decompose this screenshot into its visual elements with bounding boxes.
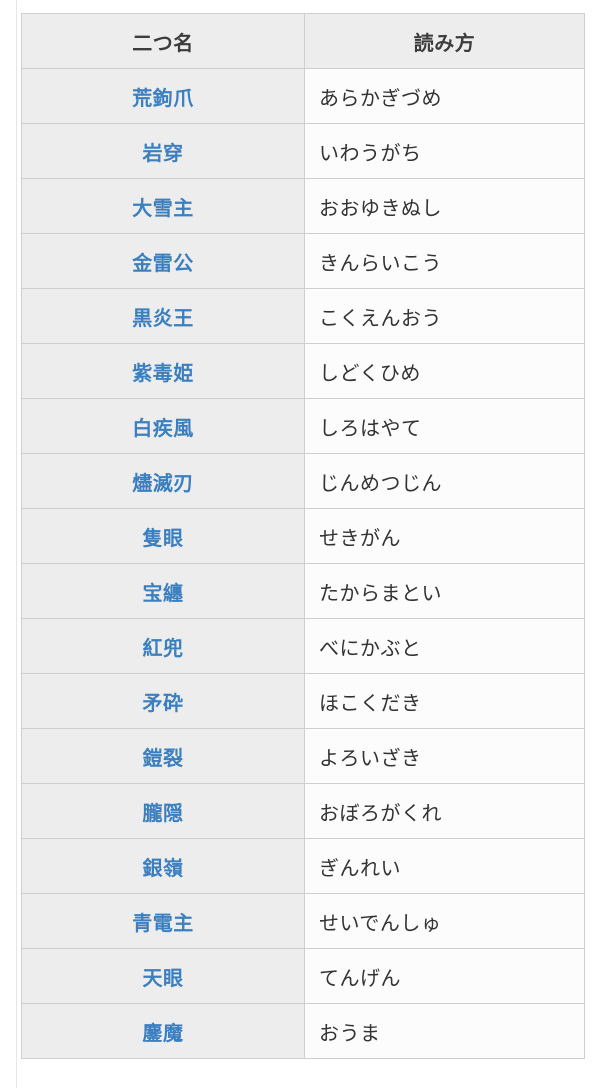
reading-text: しろはやて [319, 417, 422, 440]
reading-text: おおゆきぬし [319, 197, 442, 220]
table-row: 銀嶺 ぎんれい [21, 838, 585, 894]
reading-cell: せきがん [304, 508, 585, 564]
reading-cell: しどくひめ [304, 343, 585, 399]
column-header-reading: 読み方 [304, 13, 585, 69]
name-cell: 朧隠 [21, 783, 305, 839]
monster-name-link[interactable]: 矛砕 [143, 693, 184, 715]
name-cell: 紫毒姫 [21, 343, 305, 399]
reading-text: きんらいこう [319, 252, 442, 275]
table-body: 荒鉤爪 あらかぎづめ岩穿 いわうがち大雪主 おおゆきぬし金雷公 きんらいこう黒炎王 こくえ… [21, 68, 585, 1059]
reading-text: ぎんれい [319, 857, 401, 880]
monster-name-link[interactable]: 天眼 [143, 968, 184, 990]
name-cell: 紅兜 [21, 618, 305, 674]
monster-name-link[interactable]: 隻眼 [143, 528, 184, 550]
name-cell: 黒炎王 [21, 288, 305, 344]
reading-text: ほこくだき [319, 692, 422, 715]
reading-text: じんめつじん [319, 472, 442, 495]
reading-cell: あらかぎづめ [304, 68, 585, 124]
table-row: 天眼 てんげん [21, 948, 585, 1004]
reading-text: せきがん [319, 527, 401, 550]
name-cell: 金雷公 [21, 233, 305, 289]
monster-name-link[interactable]: 鎧裂 [143, 748, 184, 770]
monster-name-link[interactable]: 朧隠 [143, 803, 184, 825]
name-cell: 白疾風 [21, 398, 305, 454]
column-header-name: 二つ名 [21, 13, 305, 69]
name-cell: 隻眼 [21, 508, 305, 564]
table-row: 朧隠 おぼろがくれ [21, 783, 585, 839]
monster-name-link[interactable]: 荒鉤爪 [132, 88, 194, 110]
page-gutter-line [16, 0, 17, 1088]
table-row: 矛砕 ほこくだき [21, 673, 585, 729]
table-header-row: 二つ名 読み方 [21, 13, 585, 69]
monster-name-link[interactable]: 金雷公 [132, 253, 194, 275]
reading-text: しどくひめ [319, 362, 421, 385]
name-cell: 大雪主 [21, 178, 305, 234]
table-row: 紅兜 べにかぶと [21, 618, 585, 674]
reading-cell: おうま [304, 1003, 585, 1059]
reading-text: いわうがち [319, 142, 422, 165]
reading-cell: ほこくだき [304, 673, 585, 729]
table-row: 鎧裂 よろいざき [21, 728, 585, 784]
name-cell: 岩穿 [21, 123, 305, 179]
name-cell: 天眼 [21, 948, 305, 1004]
reading-cell: せいでんしゅ [304, 893, 585, 949]
reading-cell: べにかぶと [304, 618, 585, 674]
reading-cell: こくえんおう [304, 288, 585, 344]
monster-name-link[interactable]: 鏖魔 [143, 1023, 184, 1045]
reading-text: べにかぶと [319, 637, 422, 660]
name-cell: 青電主 [21, 893, 305, 949]
reading-cell: じんめつじん [304, 453, 585, 509]
table-row: 白疾風 しろはやて [21, 398, 585, 454]
reading-text: てんげん [319, 967, 401, 990]
reading-cell: しろはやて [304, 398, 585, 454]
name-cell: 銀嶺 [21, 838, 305, 894]
reading-cell: よろいざき [304, 728, 585, 784]
monster-name-link[interactable]: 青電主 [132, 913, 194, 935]
monster-name-link[interactable]: 黒炎王 [132, 308, 194, 330]
reading-cell: ぎんれい [304, 838, 585, 894]
table-row: 荒鉤爪 あらかぎづめ [21, 68, 585, 124]
table-row: 岩穿 いわうがち [21, 123, 585, 179]
reading-cell: おおゆきぬし [304, 178, 585, 234]
monster-name-link[interactable]: 白疾風 [132, 418, 194, 440]
reading-cell: たからまとい [304, 563, 585, 619]
monster-name-link[interactable]: 銀嶺 [143, 858, 184, 880]
reading-cell: きんらいこう [304, 233, 585, 289]
name-cell: 鏖魔 [21, 1003, 305, 1059]
name-cell: 鎧裂 [21, 728, 305, 784]
reading-cell: おぼろがくれ [304, 783, 585, 839]
deviant-monster-names-table: 二つ名 読み方 荒鉤爪 あらかぎづめ岩穿 いわうがち大雪主 おおゆきぬし金雷公 きんらい… [21, 13, 585, 1059]
reading-cell: てんげん [304, 948, 585, 1004]
monster-name-link[interactable]: 大雪主 [132, 198, 194, 220]
reading-text: よろいざき [319, 747, 422, 770]
monster-name-link[interactable]: 宝纏 [143, 583, 184, 605]
table-row: 金雷公 きんらいこう [21, 233, 585, 289]
table-header: 二つ名 読み方 [21, 13, 585, 69]
table-row: 黒炎王 こくえんおう [21, 288, 585, 344]
monster-name-link[interactable]: 紅兜 [143, 638, 184, 660]
table-row: 鏖魔 おうま [21, 1003, 585, 1059]
reading-cell: いわうがち [304, 123, 585, 179]
table-row: 紫毒姫 しどくひめ [21, 343, 585, 399]
table-row: 隻眼 せきがん [21, 508, 585, 564]
reading-text: たからまとい [319, 582, 442, 605]
name-cell: 燼滅刃 [21, 453, 305, 509]
table-row: 大雪主 おおゆきぬし [21, 178, 585, 234]
reading-text: あらかぎづめ [319, 87, 442, 110]
table-row: 宝纏 たからまとい [21, 563, 585, 619]
name-cell: 矛砕 [21, 673, 305, 729]
name-cell: 宝纏 [21, 563, 305, 619]
monster-name-link[interactable]: 紫毒姫 [132, 363, 194, 385]
reading-text: おぼろがくれ [319, 802, 442, 825]
table-row: 燼滅刃 じんめつじん [21, 453, 585, 509]
reading-text: せいでんしゅ [319, 912, 442, 935]
name-cell: 荒鉤爪 [21, 68, 305, 124]
monster-name-link[interactable]: 燼滅刃 [132, 473, 194, 495]
monster-name-link[interactable]: 岩穿 [143, 143, 184, 165]
table-container: 二つ名 読み方 荒鉤爪 あらかぎづめ岩穿 いわうがち大雪主 おおゆきぬし金雷公 きんらい… [21, 13, 585, 1059]
table-row: 青電主 せいでんしゅ [21, 893, 585, 949]
reading-text: こくえんおう [319, 307, 442, 330]
reading-text: おうま [319, 1022, 381, 1045]
